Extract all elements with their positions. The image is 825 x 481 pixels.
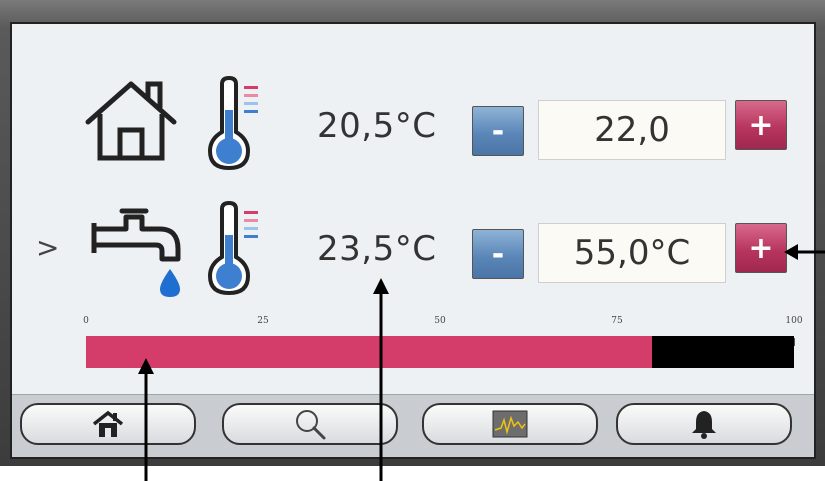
arrow-to-level-bar [138,358,154,481]
annotation-arrows [138,244,825,481]
arrow-to-water-plus-button [784,244,825,260]
arrow-to-water-reading [373,278,389,481]
